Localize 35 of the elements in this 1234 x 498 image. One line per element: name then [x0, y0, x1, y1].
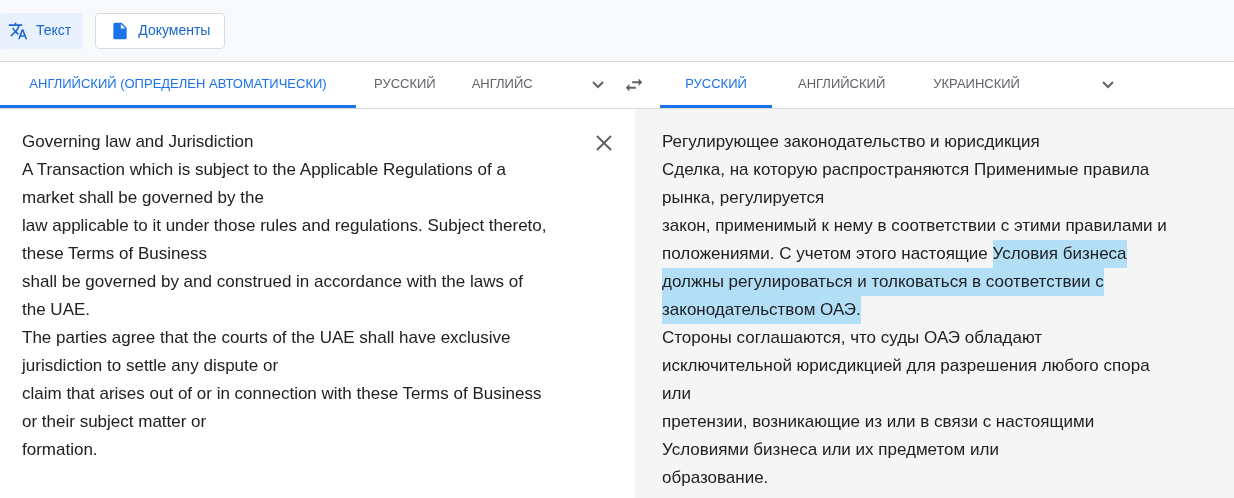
- language-tab[interactable]: УКРАИНСКИЙ: [909, 62, 1044, 108]
- mode-button[interactable]: Текст: [0, 12, 84, 49]
- translation-text: Регулирующее законодательство и юрисдикция: [662, 131, 1040, 153]
- source-text-line: law applicable to it under those rules and regulations. Subject thereto,: [22, 215, 547, 237]
- translate-icon: [8, 20, 28, 41]
- translation-text: претензии, возникающие из или в связи с настоящими: [662, 411, 1095, 433]
- language-tab[interactable]: АНГЛИЙС: [453, 62, 551, 108]
- translation-text: или: [662, 383, 691, 405]
- translation-text: рынка, регулируется: [662, 187, 825, 209]
- source-text-line: claim that arises out of or in connection with these Terms of Business: [22, 383, 542, 405]
- source-text-line: The parties agree that the courts of the UAE shall have exclusive: [22, 327, 511, 349]
- language-tab[interactable]: АНГЛИЙСКИЙ: [774, 62, 910, 108]
- source-text-line: Governing law and Jurisdiction: [22, 131, 254, 153]
- source-text-line: A Transaction which is subject to the Applicable Regulations of a: [22, 159, 506, 181]
- translation-text: Условиями бизнеса или их предметом или: [662, 439, 999, 461]
- translation-text: исключительной юрисдикцией для разрешения любого спора: [662, 355, 1150, 377]
- highlighted-text: должны регулироваться и толковаться в соответствии с: [662, 268, 1104, 296]
- source-text-line: formation.: [22, 439, 98, 461]
- translation-text: закон, применимый к нему в соответствии с этими правилами и: [662, 215, 1167, 237]
- source-text-line: the UAE.: [22, 299, 91, 321]
- translation-text: образование.: [662, 467, 769, 489]
- source-text-line: jurisdiction to settle any dispute or: [22, 355, 279, 377]
- close-icon[interactable]: [595, 134, 613, 152]
- source-text-line: these Terms of Business: [22, 243, 207, 265]
- source-text-line: shall be governed by and construed in accordance with the laws of: [22, 271, 523, 293]
- highlighted-text: Условия бизнеса: [992, 240, 1127, 268]
- translation-text: Сделка, на которую распространяются Применимые правила: [662, 159, 1150, 181]
- translation-text: положениями. С учетом этого настоящие: [662, 243, 989, 265]
- translation-text: Стороны соглашаются, что суды ОАЭ обладают: [662, 327, 1043, 349]
- source-text-line: market shall be governed by the: [22, 187, 264, 209]
- source-text-line: or their subject matter or: [22, 411, 207, 433]
- highlighted-text: законодательством ОАЭ.: [662, 296, 861, 324]
- language-tab[interactable]: РУССКИЙ: [356, 62, 454, 108]
- mode-button[interactable]: Документы: [95, 12, 226, 49]
- language-tab[interactable]: АНГЛИЙСКИЙ (ОПРЕДЕЛЕН АВТОМАТИЧЕСКИ): [0, 62, 356, 108]
